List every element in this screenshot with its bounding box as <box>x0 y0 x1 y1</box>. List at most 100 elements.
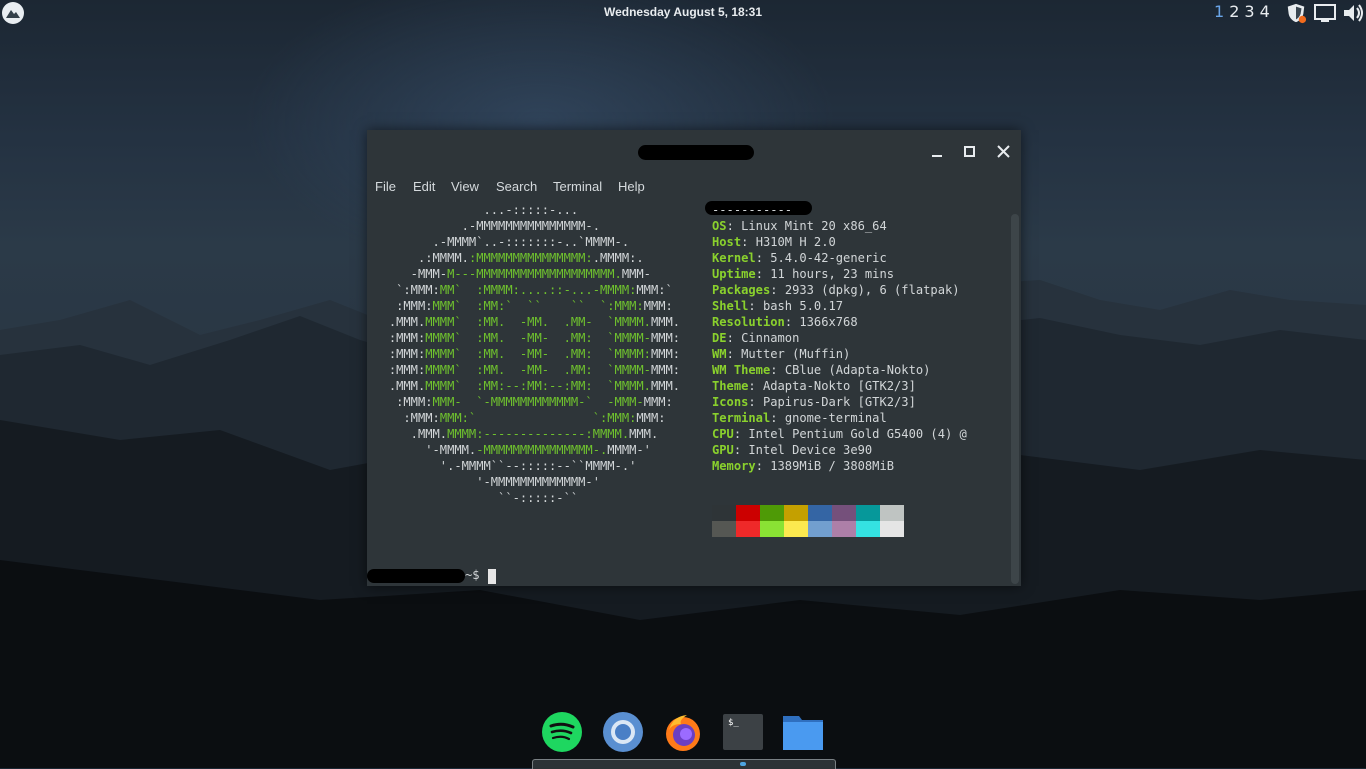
workspace-switcher: 1234 <box>1214 2 1275 21</box>
info-key: Resolution <box>712 315 785 329</box>
menu-search[interactable]: Search <box>496 179 537 194</box>
color-swatch <box>736 505 760 521</box>
info-value: 5.4.0-42-generic <box>770 251 887 265</box>
info-key: Shell <box>712 299 749 313</box>
menu-view[interactable]: View <box>451 179 479 194</box>
workspace-3[interactable]: 3 <box>1244 2 1254 21</box>
volume-icon[interactable] <box>1341 2 1365 24</box>
info-line: DE: Cinnamon <box>712 330 967 346</box>
info-colon: : <box>748 379 763 393</box>
info-colon: : <box>770 363 785 377</box>
info-line: Memory: 1389MiB / 3808MiB <box>712 458 967 474</box>
color-swatch <box>736 521 760 537</box>
color-swatch <box>808 505 832 521</box>
info-colon: : <box>748 299 763 313</box>
info-key: Icons <box>712 395 749 409</box>
info-key: Packages <box>712 283 771 297</box>
info-colon: : <box>770 411 785 425</box>
color-swatch <box>760 521 784 537</box>
color-swatch <box>784 505 808 521</box>
info-value: 11 hours, 23 mins <box>770 267 895 281</box>
info-colon: : <box>770 283 785 297</box>
info-value: Adapta-Nokto [GTK2/3] <box>762 379 916 393</box>
info-colon: : <box>733 443 749 457</box>
info-colon: : <box>741 235 756 249</box>
info-line: Terminal: gnome-terminal <box>712 410 967 426</box>
info-colon: : <box>784 315 800 329</box>
info-line: Host: H310M H 2.0 <box>712 234 967 250</box>
chromium-icon[interactable] <box>603 712 643 752</box>
info-line: Resolution: 1366x768 <box>712 314 967 330</box>
info-colon: : <box>755 267 771 281</box>
info-key: Host <box>712 235 742 249</box>
text-cursor <box>488 569 496 584</box>
info-colon: : <box>726 347 742 361</box>
workspace-1[interactable]: 1 <box>1214 2 1224 21</box>
scrollbar-thumb[interactable] <box>1011 214 1019 584</box>
info-separator: ----------- <box>712 203 793 217</box>
minimize-icon[interactable] <box>928 142 948 162</box>
info-key: Kernel <box>712 251 756 265</box>
color-swatch <box>808 521 832 537</box>
info-line: OS: Linux Mint 20 x86_64 <box>712 218 967 234</box>
terminal-icon[interactable]: $_ <box>723 712 763 752</box>
menu-edit[interactable]: Edit <box>413 179 435 194</box>
info-value: Intel Pentium Gold G5400 (4) @ <box>748 427 967 441</box>
maximize-icon[interactable] <box>960 142 980 162</box>
prompt-text: ~$ <box>465 568 480 582</box>
info-value: Mutter (Muffin) <box>741 347 851 361</box>
menu-help[interactable]: Help <box>618 179 645 194</box>
info-line: WM Theme: CBlue (Adapta-Nokto) <box>712 362 967 378</box>
active-app-indicator <box>740 762 746 766</box>
info-colon: : <box>755 459 771 473</box>
menu-file[interactable]: File <box>375 179 396 194</box>
terminal-scrollbar[interactable] <box>1009 200 1021 586</box>
firefox-icon[interactable] <box>663 712 703 752</box>
color-swatch <box>760 505 784 521</box>
color-swatch <box>832 505 856 521</box>
info-value: gnome-terminal <box>784 411 887 425</box>
info-key: WM Theme <box>712 363 771 377</box>
color-swatch <box>832 521 856 537</box>
info-key: DE <box>712 331 727 345</box>
clock[interactable]: Wednesday August 5, 18:31 <box>0 5 1366 19</box>
info-colon: : <box>755 251 771 265</box>
info-value: 1366x768 <box>799 315 858 329</box>
info-line: CPU: Intel Pentium Gold G5400 (4) @ <box>712 426 967 442</box>
info-line: Shell: bash 5.0.17 <box>712 298 967 314</box>
info-value: Papirus-Dark [GTK2/3] <box>762 395 916 409</box>
info-colon: : <box>748 395 763 409</box>
info-value: H310M H 2.0 <box>755 235 836 249</box>
menu-terminal[interactable]: Terminal <box>553 179 602 194</box>
info-key: Terminal <box>712 411 771 425</box>
shield-update-icon[interactable] <box>1284 2 1308 24</box>
color-swatch <box>784 521 808 537</box>
info-value: Linux Mint 20 x86_64 <box>741 219 887 233</box>
color-swatch <box>856 505 880 521</box>
color-swatch <box>880 521 904 537</box>
close-icon[interactable] <box>994 142 1014 162</box>
info-line: GPU: Intel Device 3e90 <box>712 442 967 458</box>
info-value: CBlue (Adapta-Nokto) <box>784 363 931 377</box>
terminal-window[interactable]: File Edit View Search Terminal Help ...-… <box>367 130 1021 586</box>
spotify-icon[interactable] <box>542 712 582 752</box>
info-key: Memory <box>712 459 756 473</box>
files-icon[interactable] <box>783 712 823 752</box>
window-title-redacted <box>638 145 754 160</box>
info-colon: : <box>726 331 742 345</box>
info-key: Theme <box>712 379 749 393</box>
info-line: Packages: 2933 (dpkg), 6 (flatpak) <box>712 282 967 298</box>
workspace-4[interactable]: 4 <box>1260 2 1270 21</box>
color-swatch <box>712 505 736 521</box>
terminal-menubar: File Edit View Search Terminal Help <box>367 174 1021 200</box>
info-line: Uptime: 11 hours, 23 mins <box>712 266 967 282</box>
info-value: bash 5.0.17 <box>762 299 844 313</box>
terminal-titlebar[interactable] <box>367 130 1021 174</box>
display-icon[interactable] <box>1313 2 1337 24</box>
mint-ascii-logo: ...-:::::-... .-MMMMMMMMMMMMMMM-. .-MMMM… <box>388 203 681 505</box>
workspace-2[interactable]: 2 <box>1229 2 1239 21</box>
info-value: 1389MiB / 3808MiB <box>770 459 895 473</box>
info-key: Uptime <box>712 267 756 281</box>
info-line: Kernel: 5.4.0-42-generic <box>712 250 967 266</box>
info-value: Cinnamon <box>741 331 800 345</box>
